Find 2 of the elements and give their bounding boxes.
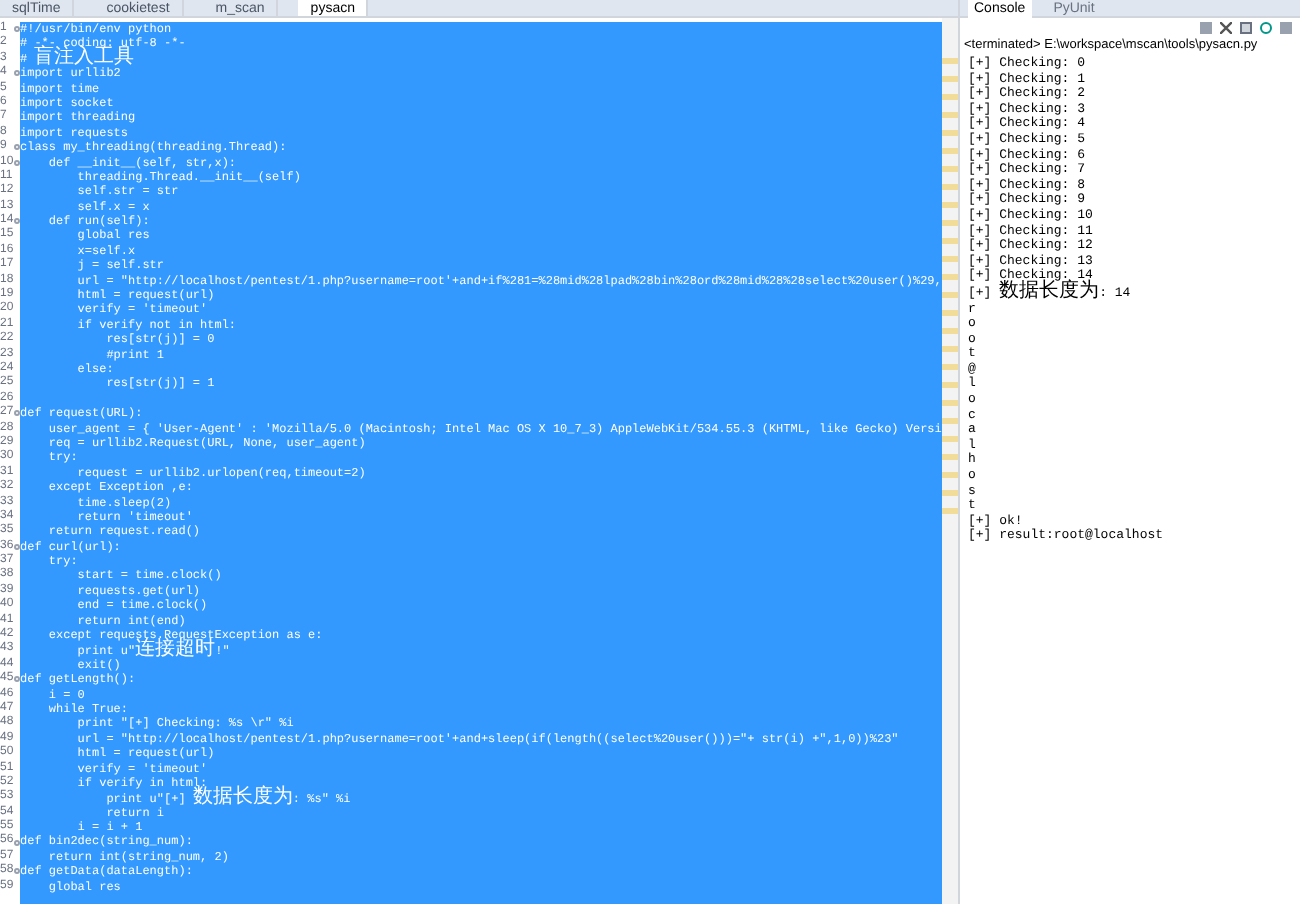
close-icon[interactable] — [1220, 22, 1232, 34]
remove-icon[interactable] — [1240, 22, 1252, 34]
